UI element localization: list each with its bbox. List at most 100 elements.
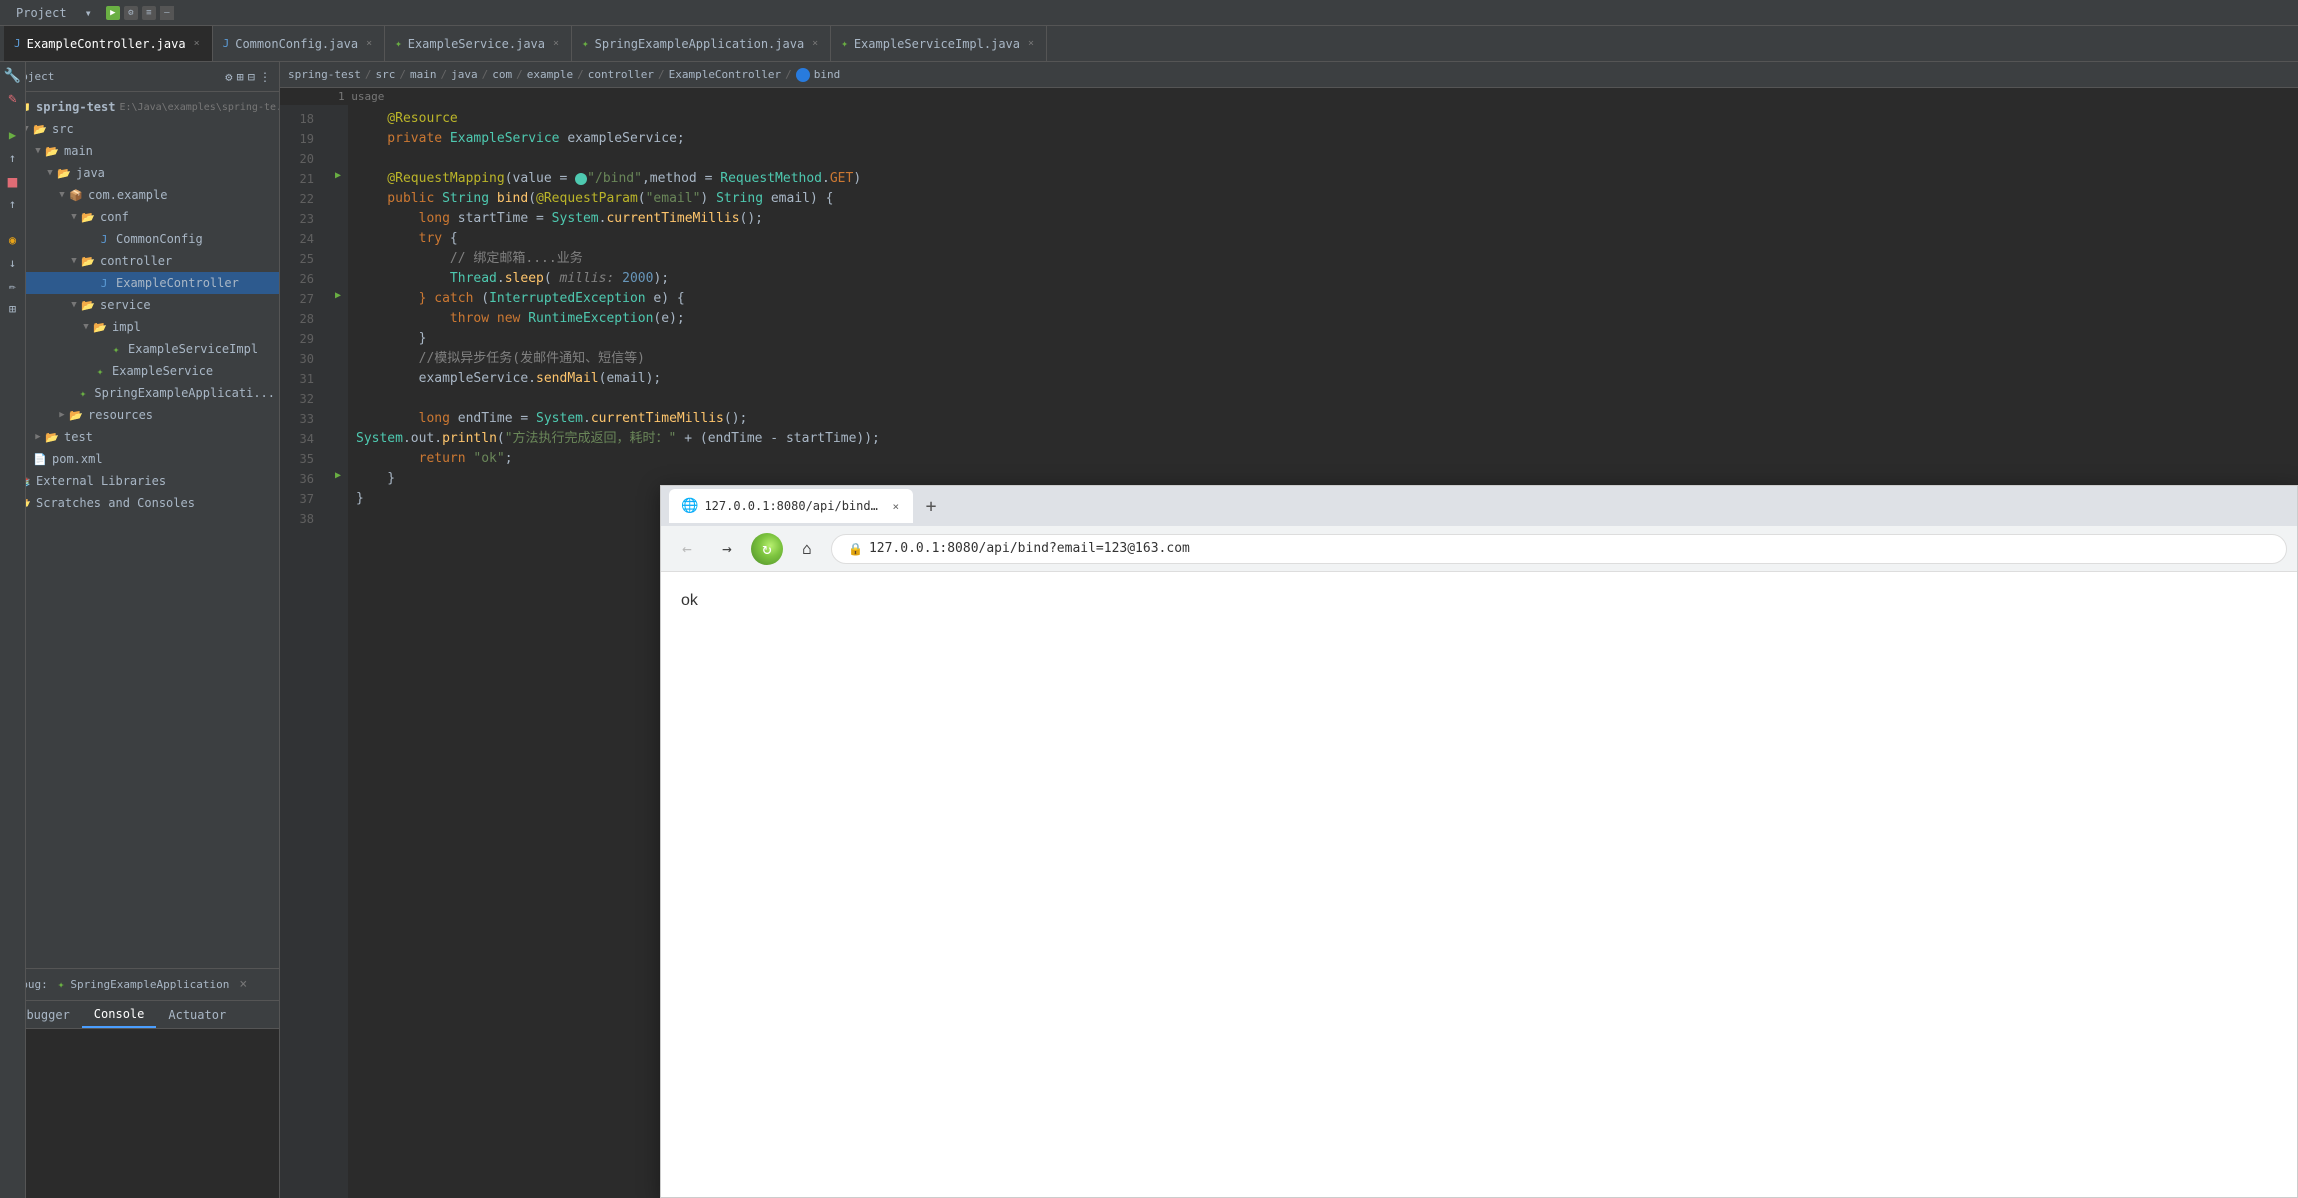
debug-app-name: SpringExampleApplication xyxy=(70,978,229,991)
tree-item-common-config[interactable]: ▶ J CommonConfig xyxy=(0,228,279,250)
action-edit[interactable]: ✏ xyxy=(3,276,23,296)
forward-button[interactable]: → xyxy=(711,533,743,565)
menu-view[interactable]: ▾ xyxy=(77,2,100,24)
editor-tab-bar: J ExampleController.java × J CommonConfi… xyxy=(0,26,2298,62)
gutter-33 xyxy=(328,405,348,425)
gutter-20 xyxy=(328,145,348,165)
address-url: 127.0.0.1:8080/api/bind?email=123@163.co… xyxy=(869,541,1190,556)
ln-32: 32 xyxy=(280,389,320,409)
project-path: E:\Java\examples\spring-te... xyxy=(119,102,279,113)
run-gutter-icon3: ▶ xyxy=(335,470,341,481)
browser-tab-active[interactable]: 🌐 127.0.0.1:8080/api/bind?emai... × xyxy=(669,489,913,523)
code-line-18: @Resource xyxy=(356,109,2298,129)
tab-close-btn2[interactable]: × xyxy=(364,36,374,51)
action-step[interactable]: ↑ xyxy=(3,194,23,214)
conf-folder-icon: 📂 xyxy=(80,209,96,225)
left-action-strip: 🔧 ✎ ▶ ↑ ■ ↑ ◉ ↓ ✏ ⊞ xyxy=(0,62,26,1198)
ln-22: 22 xyxy=(280,189,320,209)
action-step-over[interactable]: ↑ xyxy=(3,148,23,168)
ln-31: 31 xyxy=(280,369,320,389)
ln-23: 23 xyxy=(280,209,320,229)
tab-example-service[interactable]: ✦ ExampleService.java × xyxy=(385,26,572,61)
tree-item-resources[interactable]: ▶ 📂 resources xyxy=(0,404,279,426)
tab-label2: CommonConfig.java xyxy=(235,37,358,51)
tree-label-conf: conf xyxy=(100,210,129,224)
tab-close-btn4[interactable]: × xyxy=(810,36,820,51)
tree-label-example-service: ExampleService xyxy=(112,364,213,378)
tab-common-config[interactable]: J CommonConfig.java × xyxy=(213,26,385,61)
tree-item-java[interactable]: ▼ 📂 java xyxy=(0,162,279,184)
action-stop[interactable]: ✎ xyxy=(3,89,23,109)
tree-item-test[interactable]: ▶ 📂 test xyxy=(0,426,279,448)
tree-item-main[interactable]: ▼ 📂 main xyxy=(0,140,279,162)
tree-label-java: java xyxy=(76,166,105,180)
tab-close-btn3[interactable]: × xyxy=(551,36,561,51)
new-tab-button[interactable]: + xyxy=(917,492,945,520)
ln-25: 25 xyxy=(280,249,320,269)
tree-item-src[interactable]: ▼ 📂 src xyxy=(0,118,279,140)
tree-item-pom[interactable]: ▶ 📄 pom.xml xyxy=(0,448,279,470)
action-resume[interactable]: ▶ xyxy=(3,125,23,145)
controller-folder-icon: 📂 xyxy=(80,253,96,269)
ln-24: 24 xyxy=(280,229,320,249)
tab-example-controller[interactable]: J ExampleController.java × xyxy=(4,26,213,61)
action-stop-run[interactable]: ■ xyxy=(3,171,23,191)
sidebar-collapse-icon[interactable]: ⊟ xyxy=(248,70,255,84)
ln-29: 29 xyxy=(280,329,320,349)
address-bar[interactable]: 🔒 127.0.0.1:8080/api/bind?email=123@163.… xyxy=(831,534,2287,564)
gutter-38 xyxy=(328,505,348,525)
tree-item-spring-test[interactable]: ▼ 📁 spring-test E:\Java\examples\spring-… xyxy=(0,96,279,118)
sidebar-expand-icon[interactable]: ⊞ xyxy=(237,70,244,84)
browser-response-text: ok xyxy=(681,592,698,609)
action-layout[interactable]: ⊞ xyxy=(3,299,23,319)
tab-spring-icon2: ✦ xyxy=(582,37,589,50)
com-folder-icon: 📦 xyxy=(68,187,84,203)
browser-window: 🌐 127.0.0.1:8080/api/bind?emai... × + ← … xyxy=(660,485,2298,1198)
tree-item-impl[interactable]: ▼ 📂 impl xyxy=(0,316,279,338)
tab-close-btn5[interactable]: × xyxy=(1026,36,1036,51)
run-gutter-icon2: ▶ xyxy=(335,290,341,301)
action-search[interactable]: 🔧 xyxy=(3,66,23,86)
tree-item-ext-libs[interactable]: ▶ 📚 External Libraries xyxy=(0,470,279,492)
browser-tab-close[interactable]: × xyxy=(890,498,901,515)
tree-item-example-controller[interactable]: ▶ J ExampleController xyxy=(0,272,279,294)
action-down[interactable]: ↓ xyxy=(3,253,23,273)
ln-37: 37 xyxy=(280,489,320,509)
menu-project[interactable]: Project xyxy=(8,2,75,24)
tree-item-example-service-impl[interactable]: ▶ ✦ ExampleServiceImpl xyxy=(0,338,279,360)
tree-item-service[interactable]: ▼ 📂 service xyxy=(0,294,279,316)
tab-example-service-impl[interactable]: ✦ ExampleServiceImpl.java × xyxy=(831,26,1047,61)
tree-item-controller[interactable]: ▼ 📂 controller xyxy=(0,250,279,272)
ln-33: 33 xyxy=(280,409,320,429)
tree-item-example-service[interactable]: ▶ ✦ ExampleService xyxy=(0,360,279,382)
gutter-25 xyxy=(328,245,348,265)
impl-folder-icon: 📂 xyxy=(92,319,108,335)
debug-tab-console[interactable]: Console xyxy=(82,1001,157,1028)
reload-button[interactable]: ↻ xyxy=(751,533,783,565)
code-line-25: // 绑定邮箱....业务 xyxy=(356,249,2298,269)
tree-label-com: com.example xyxy=(88,188,167,202)
debug-close-icon[interactable]: × xyxy=(239,977,247,992)
tree-label-resources: resources xyxy=(88,408,153,422)
debug-tab-actuator[interactable]: Actuator xyxy=(156,1001,238,1028)
gutter-23 xyxy=(328,205,348,225)
breadcrumb: spring-test / src / main / java / com / … xyxy=(280,62,2298,88)
gutter-31 xyxy=(328,365,348,385)
sidebar-gear-icon[interactable]: ⚙ xyxy=(225,70,232,84)
mapping-icon xyxy=(575,173,587,185)
tree-item-conf[interactable]: ▼ 📂 conf xyxy=(0,206,279,228)
tab-spring-app[interactable]: ✦ SpringExampleApplication.java × xyxy=(572,26,831,61)
bind-icon xyxy=(796,68,810,82)
home-button[interactable]: ⌂ xyxy=(791,533,823,565)
back-button[interactable]: ← xyxy=(671,533,703,565)
tree-item-spring-example-app[interactable]: ▶ ✦ SpringExampleApplicati... xyxy=(0,382,279,404)
ln-26: 26 xyxy=(280,269,320,289)
example-controller-java-icon: J xyxy=(96,275,112,291)
code-line-21: @RequestMapping(value = "/bind",method =… xyxy=(356,169,2298,189)
action-breakpoint[interactable]: ◉ xyxy=(3,230,23,250)
tree-item-scratches[interactable]: ▶ 📂 Scratches and Consoles xyxy=(0,492,279,514)
tree-item-com-example[interactable]: ▼ 📦 com.example xyxy=(0,184,279,206)
sidebar-settings-icon[interactable]: ⋮ xyxy=(259,70,271,84)
tab-close-btn[interactable]: × xyxy=(192,36,202,51)
tree-label-scratches: Scratches and Consoles xyxy=(36,496,195,510)
